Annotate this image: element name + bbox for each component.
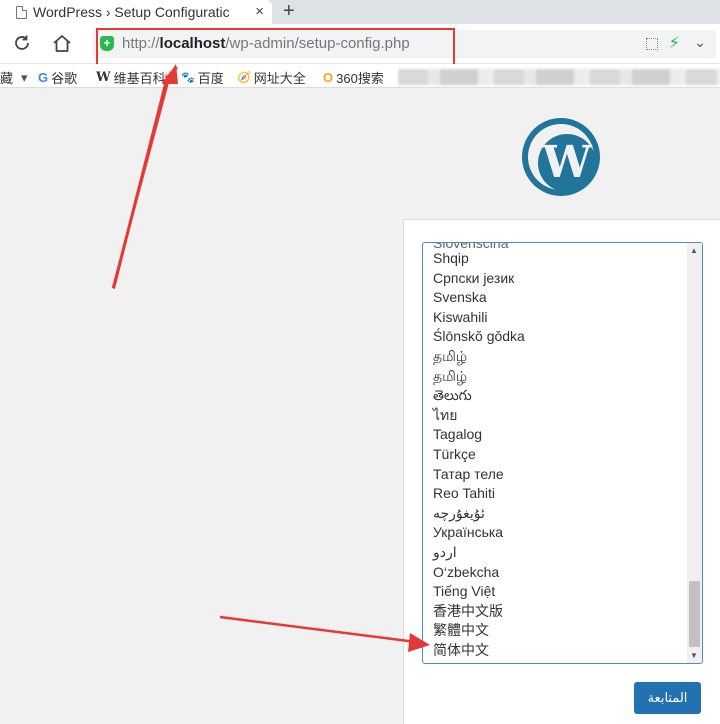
language-option[interactable]: Татар теле (433, 465, 688, 485)
reload-icon[interactable] (13, 34, 31, 52)
language-option[interactable]: தமிழ் (433, 367, 688, 387)
language-option[interactable]: Shqip (433, 249, 688, 269)
bookmark-item[interactable]: G 谷歌 (38, 68, 77, 87)
language-option[interactable]: ไทย (433, 406, 688, 426)
scroll-up-icon[interactable]: ▲ (690, 246, 698, 255)
language-option[interactable]: Ślōnskŏ gŏdka (433, 327, 688, 347)
tab-bar: WordPress › Setup Configuratic × + (0, 0, 720, 24)
baidu-icon: 🐾 (181, 72, 195, 84)
language-option[interactable]: Svenska (433, 288, 688, 308)
language-list: Slovenščina Shqip Српски језик Svenska K… (433, 243, 688, 660)
language-option[interactable]: తెలుగు (433, 386, 688, 406)
language-option[interactable]: Türkçe (433, 445, 688, 465)
wordpress-logo: W (522, 118, 600, 196)
language-option[interactable]: 香港中文版 (433, 602, 688, 622)
language-option-selected[interactable]: 简体中文 (433, 641, 688, 661)
new-tab-button[interactable]: + (283, 0, 295, 22)
bolt-icon[interactable]: ⚡ (669, 33, 680, 53)
list-scrollbar[interactable]: ▲ ▼ (687, 243, 702, 663)
language-option[interactable]: 繁體中文 (433, 621, 688, 641)
google-icon: G (38, 70, 49, 85)
close-icon[interactable]: × (255, 3, 264, 20)
wikipedia-icon: W (96, 70, 111, 85)
home-icon[interactable] (52, 34, 72, 53)
language-select[interactable]: Slovenščina Shqip Српски језик Svenska K… (422, 242, 703, 664)
continue-button[interactable]: المتابعة (634, 682, 701, 714)
bookmark-item[interactable]: 🧭 网址大全 (237, 68, 306, 87)
bookmark-item[interactable]: W 维基百科 (96, 68, 166, 87)
tab-title: WordPress › Setup Configuratic (33, 4, 230, 20)
scroll-down-icon[interactable]: ▼ (690, 651, 698, 660)
language-option[interactable]: Kiswahili (433, 308, 688, 328)
language-option[interactable]: اردو (433, 543, 688, 563)
language-option[interactable]: O‘zbekcha (433, 563, 688, 583)
language-option[interactable]: Tiếng Việt (433, 582, 688, 602)
bookmark-item[interactable]: O 360搜索 (323, 68, 384, 87)
language-option[interactable]: தமிழ் (433, 347, 688, 367)
language-option[interactable]: ئۇيغۇرچە (433, 504, 688, 524)
browser-tab[interactable]: WordPress › Setup Configuratic × (0, 0, 272, 24)
chevron-down-icon[interactable]: ⌄ (694, 34, 706, 51)
language-option[interactable]: Tagalog (433, 425, 688, 445)
compass-icon: 🧭 (237, 72, 251, 84)
blurred-bookmarks (398, 69, 720, 85)
language-option[interactable]: Українська (433, 523, 688, 543)
360-icon: O (323, 70, 334, 85)
url-highlight-annotation (96, 28, 455, 66)
bookmark-item[interactable]: 藏 ▾ (0, 68, 28, 87)
qr-icon[interactable] (646, 38, 658, 50)
arrow-to-url (112, 66, 178, 289)
page-icon (16, 5, 27, 19)
bookmark-item[interactable]: 🐾 百度 (181, 68, 224, 87)
language-option[interactable]: Српски језик (433, 269, 688, 289)
scrollbar-thumb[interactable] (689, 581, 700, 647)
language-option[interactable]: Reo Tahiti (433, 484, 688, 504)
bookmarks-bar: 藏 ▾ G 谷歌 W 维基百科 🐾 百度 🧭 网址大全 O 360搜索 (0, 64, 720, 88)
